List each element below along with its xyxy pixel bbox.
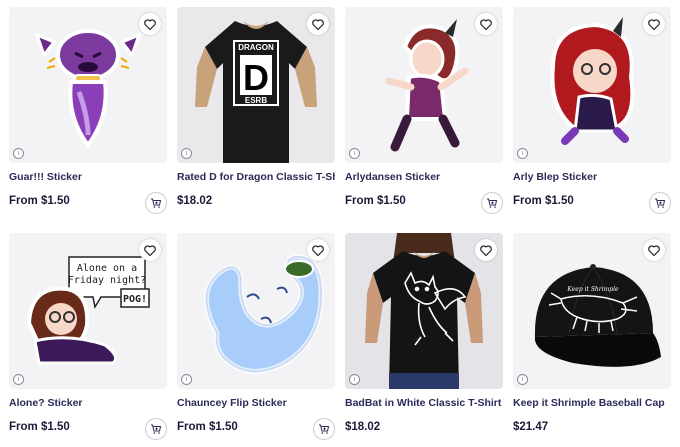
wishlist-heart-button[interactable] — [475, 13, 497, 35]
product-card[interactable]: i Arlydansen Sticker From $1.50 — [345, 7, 503, 219]
add-to-cart-icon — [655, 198, 666, 208]
heart-icon — [144, 18, 156, 30]
cap-text: Keep it Shrimple — [566, 286, 619, 293]
product-title[interactable]: Chauncey Flip Sticker — [177, 397, 335, 409]
product-card[interactable]: i Chauncey Flip Sticker From $1.50 — [177, 233, 335, 445]
heart-icon — [312, 18, 324, 30]
wishlist-heart-button[interactable] — [307, 13, 329, 35]
product-image[interactable]: i — [9, 7, 167, 163]
heart-icon — [648, 18, 660, 30]
tee-bottom-text: ESRB — [245, 96, 267, 105]
add-to-cart-icon — [151, 424, 162, 434]
product-card[interactable]: i Arly Blep Sticker From $1.50 — [513, 7, 671, 219]
product-image[interactable]: DRAGON D ESRB i — [177, 7, 335, 163]
add-to-cart-button[interactable] — [313, 418, 335, 440]
info-icon[interactable]: i — [349, 374, 360, 385]
product-price: From $1.50 — [177, 421, 238, 433]
product-title[interactable]: Arlydansen Sticker — [345, 171, 503, 183]
product-price: From $1.50 — [9, 421, 70, 433]
product-title[interactable]: Arly Blep Sticker — [513, 171, 671, 183]
wishlist-heart-button[interactable] — [139, 13, 161, 35]
add-to-cart-button[interactable] — [145, 192, 167, 214]
tee-top-text: DRAGON — [238, 43, 274, 52]
wishlist-heart-button[interactable] — [139, 239, 161, 261]
product-card[interactable]: Keep it Shrimple i Keep it Shrimple Base… — [513, 233, 671, 445]
product-image[interactable]: Alone on a Friday night? POG! i — [9, 233, 167, 389]
info-icon[interactable]: i — [517, 374, 528, 385]
info-icon[interactable]: i — [13, 148, 24, 159]
info-icon[interactable]: i — [13, 374, 24, 385]
heart-icon — [480, 244, 492, 256]
product-price: From $1.50 — [9, 195, 70, 207]
product-title[interactable]: Guar!!! Sticker — [9, 171, 167, 183]
product-title[interactable]: Rated D for Dragon Classic T-Shirt — [177, 171, 335, 183]
product-price: $18.02 — [345, 421, 381, 433]
wishlist-heart-button[interactable] — [643, 239, 665, 261]
product-image[interactable]: i — [513, 7, 671, 163]
wishlist-heart-button[interactable] — [475, 239, 497, 261]
add-to-cart-icon — [151, 198, 162, 208]
info-icon[interactable]: i — [181, 374, 192, 385]
add-to-cart-icon — [487, 198, 498, 208]
product-price: $18.02 — [177, 195, 213, 207]
bubble-pog: POG! — [123, 294, 147, 305]
add-to-cart-button[interactable] — [145, 418, 167, 440]
info-icon[interactable]: i — [349, 148, 360, 159]
product-image[interactable]: i — [345, 233, 503, 389]
heart-icon — [312, 244, 324, 256]
heart-icon — [480, 18, 492, 30]
product-price: From $1.50 — [513, 195, 574, 207]
wishlist-heart-button[interactable] — [307, 239, 329, 261]
bubble-line2: Friday night? — [68, 275, 146, 286]
product-card[interactable]: i Guar!!! Sticker From $1.50 — [9, 7, 167, 219]
product-card[interactable]: Alone on a Friday night? POG! i Alone? S… — [9, 233, 167, 445]
product-title[interactable]: BadBat in White Classic T-Shirt — [345, 397, 503, 409]
bubble-line1: Alone on a — [77, 263, 137, 274]
info-icon[interactable]: i — [181, 148, 192, 159]
product-image[interactable]: i — [345, 7, 503, 163]
product-title[interactable]: Alone? Sticker — [9, 397, 167, 409]
product-image[interactable]: i — [177, 233, 335, 389]
info-icon[interactable]: i — [517, 148, 528, 159]
product-card[interactable]: i BadBat in White Classic T-Shirt $18.02 — [345, 233, 503, 445]
product-card[interactable]: DRAGON D ESRB i Rated D for Dragon Class… — [177, 7, 335, 219]
add-to-cart-button[interactable] — [481, 192, 503, 214]
product-price: $21.47 — [513, 421, 549, 433]
add-to-cart-icon — [319, 424, 330, 434]
add-to-cart-button[interactable] — [649, 192, 671, 214]
product-price: From $1.50 — [345, 195, 406, 207]
product-title[interactable]: Keep it Shrimple Baseball Cap — [513, 397, 671, 409]
wishlist-heart-button[interactable] — [643, 13, 665, 35]
heart-icon — [144, 244, 156, 256]
product-image[interactable]: Keep it Shrimple i — [513, 233, 671, 389]
tee-letter: D — [243, 57, 269, 98]
heart-icon — [648, 244, 660, 256]
